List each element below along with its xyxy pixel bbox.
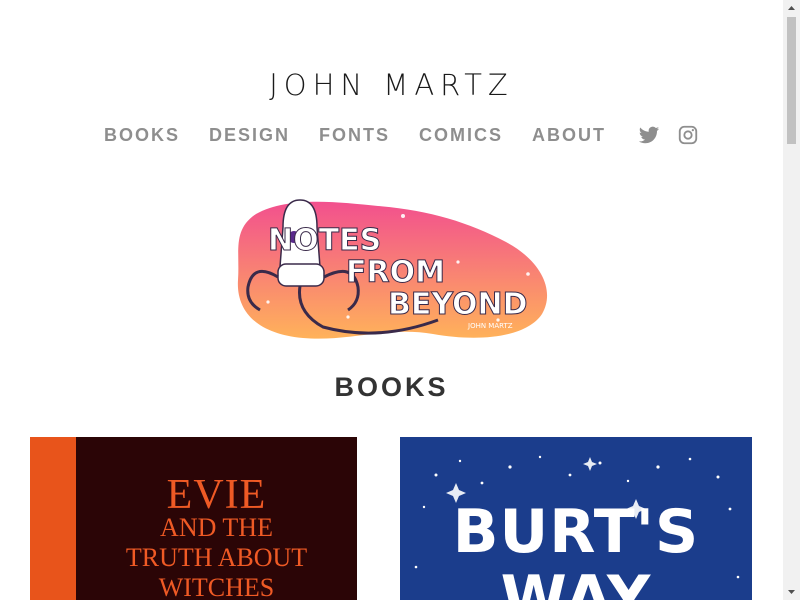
book-card-evie[interactable]: EVIE AND THE TRUTH ABOUT WITCHES [30,437,357,600]
nav-comics[interactable]: COMICS [419,125,503,146]
scrollbar-thumb[interactable] [787,17,796,144]
book-card-burt[interactable]: BURT'S WAY [400,437,752,600]
svg-text:BEYOND: BEYOND [388,287,528,322]
twitter-icon[interactable] [638,124,660,146]
book-subtitle: AND THE TRUTH ABOUT WITCHES [125,513,308,600]
svg-text:FROM: FROM [346,255,445,290]
scrollbar[interactable] [783,0,800,600]
section-title: BOOKS [334,372,449,402]
scroll-down-arrow-icon[interactable] [783,583,800,600]
book-title: EVIE [166,472,267,518]
svg-text:NOTES: NOTES [268,223,381,258]
nav-design[interactable]: DESIGN [209,125,290,146]
page: JOHN MARTZ BOOKS DESIGN FONTS COMICS ABO… [0,0,783,600]
book-spine [30,437,76,600]
nav-fonts[interactable]: FONTS [319,125,390,146]
main-nav: BOOKS DESIGN FONTS COMICS ABOUT [104,122,716,148]
nav-about[interactable]: ABOUT [532,125,606,146]
instagram-icon[interactable] [677,124,699,146]
site-title[interactable]: JOHN MARTZ [0,68,783,102]
book-title: BURT'S WAY [452,497,700,600]
social-links [638,124,716,146]
scroll-up-arrow-icon[interactable] [783,0,800,17]
notes-from-beyond-logo[interactable]: NOTES FROM BEYOND JOHN MARTZ [228,192,554,348]
nav-books[interactable]: BOOKS [104,125,180,146]
svg-text:JOHN MARTZ: JOHN MARTZ [467,322,513,330]
